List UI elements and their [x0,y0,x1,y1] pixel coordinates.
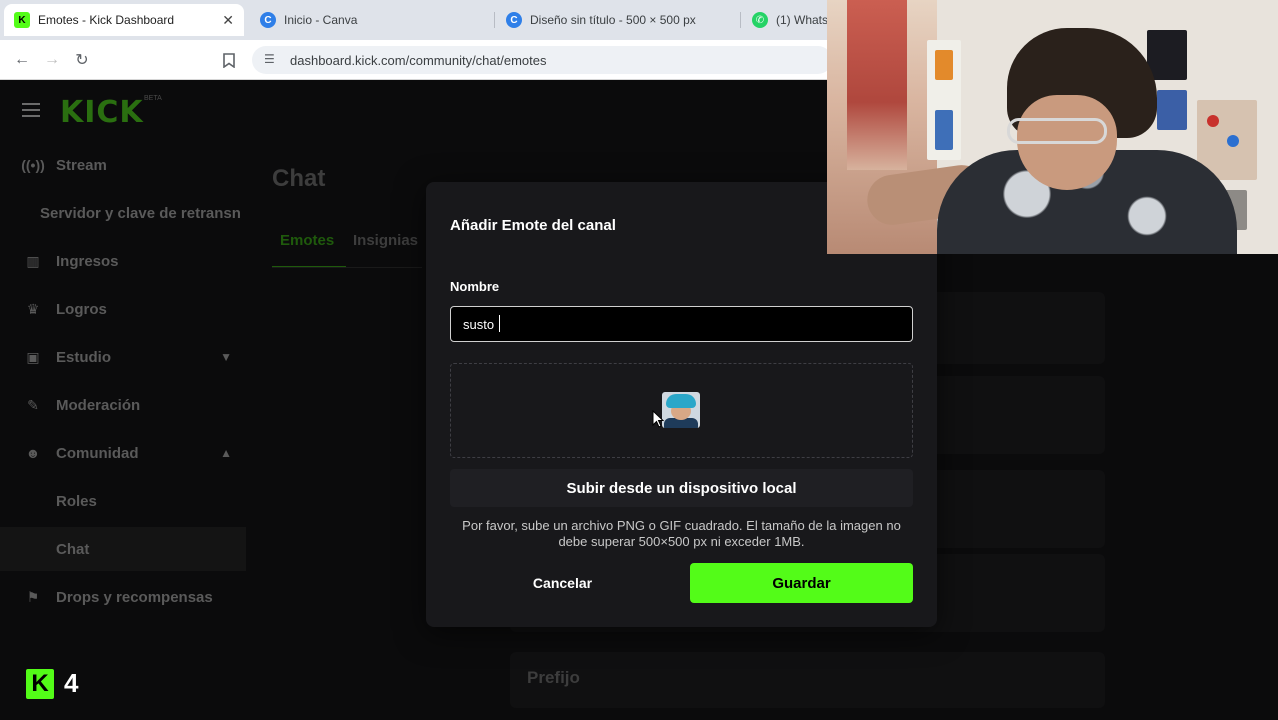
sidebar-item-label: Moderación [56,396,141,414]
sidebar-item-label: Drops y recompensas [56,588,213,606]
prefix-label: Prefijo [527,668,580,687]
emote-name-input[interactable] [450,306,913,342]
tab-title: (1) Whats [776,13,829,27]
page-title: Chat [272,165,326,192]
sidebar-item-label: Chat [56,540,90,558]
sidebar-item-label: Estudio [56,348,111,366]
tab-title: Inicio - Canva [284,13,358,27]
gift-icon: ⚑ [26,588,40,605]
modal-title: Añadir Emote del canal [450,217,616,234]
chart-icon: ▥ [26,252,40,269]
sidebar-item-label: Ingresos [56,252,119,270]
kick-logo[interactable]: KICK [60,95,144,130]
sidebar-item-comunidad[interactable]: ☻ Comunidad ▲ [0,433,246,473]
sidebar-item-drops[interactable]: ⚑ Drops y recompensas [0,577,246,617]
webcam-overlay [827,0,1278,254]
kick-favicon-icon: K [14,12,30,28]
prefix-card [510,652,1105,708]
upload-local-button[interactable]: Subir desde un dispositivo local [450,469,913,507]
badge-count: 4 [64,668,79,698]
name-label: Nombre [450,279,500,294]
sidebar-item-label: Servidor y clave de retransn [40,204,241,222]
tab-divider [740,12,741,28]
upload-help-text: Por favor, sube un archivo PNG o GIF cua… [462,518,901,549]
chevron-up-icon: ▲ [220,446,232,460]
back-arrow-icon[interactable]: ← [12,50,32,70]
sidebar-item-estudio[interactable]: ▣ Estudio ▼ [0,337,246,377]
tab-emotes[interactable]: Emotes [280,232,334,249]
tab-insignias[interactable]: Insignias [353,232,418,249]
tab-divider [494,12,495,28]
sidebar-item-stream[interactable]: ((•)) Stream [0,145,246,185]
studio-icon: ▣ [26,348,40,365]
sidebar-item-roles[interactable]: Roles [0,481,246,521]
cancel-button[interactable]: Cancelar [450,563,675,603]
bookmark-icon[interactable] [219,50,239,70]
browser-tab-canva-design[interactable]: C Diseño sin título - 500 × 500 px [496,4,736,36]
site-settings-icon[interactable]: ☰ [264,52,275,66]
browser-tab-whatsapp[interactable]: ✆ (1) Whats [742,4,832,36]
community-icon: ☻ [25,445,41,461]
sidebar-item-label: Roles [56,492,97,510]
canva-favicon-icon: C [260,12,276,28]
tab-title: Emotes - Kick Dashboard [38,13,175,27]
sidebar-item-label: Stream [56,156,107,174]
forward-arrow-icon[interactable]: → [42,50,62,70]
text-caret [499,315,500,332]
sidebar-item-stream-key[interactable]: Servidor y clave de retransn [0,193,246,233]
browser-tab-canva-home[interactable]: C Inicio - Canva [250,4,490,36]
save-button[interactable]: Guardar [690,563,913,603]
wrench-icon: ✎ [27,396,39,413]
emote-preview-image [662,392,700,428]
sidebar-item-chat[interactable]: Chat [0,527,246,571]
sidebar-item-label: Logros [56,300,107,318]
kick-badge-icon: K [26,669,54,699]
sidebar-item-moderacion[interactable]: ✎ Moderación [0,385,246,425]
browser-tab-kick[interactable]: K Emotes - Kick Dashboard ✕ [4,4,244,36]
trophy-icon: ♛ [26,300,40,317]
tabs-divider [272,267,422,268]
menu-icon[interactable] [22,103,40,117]
whatsapp-favicon-icon: ✆ [752,12,768,28]
chevron-down-icon: ▼ [220,350,232,364]
url-field[interactable]: ☰ dashboard.kick.com/community/chat/emot… [252,46,832,74]
reload-icon[interactable]: ↻ [72,50,92,70]
canva-favicon-icon: C [506,12,522,28]
sidebar-item-ingresos[interactable]: ▥ Ingresos [0,241,246,281]
sidebar: KICK BETA ((•)) Stream Servidor y clave … [0,81,256,720]
sidebar-item-logros[interactable]: ♛ Logros [0,289,246,329]
mouse-cursor-icon [652,410,664,428]
tab-title: Diseño sin título - 500 × 500 px [530,13,696,27]
beta-tag: BETA [144,95,162,102]
url-text: dashboard.kick.com/community/chat/emotes [290,52,547,68]
sidebar-item-label: Comunidad [56,444,139,462]
broadcast-icon: ((•)) [21,157,45,173]
close-icon[interactable]: ✕ [222,12,234,29]
